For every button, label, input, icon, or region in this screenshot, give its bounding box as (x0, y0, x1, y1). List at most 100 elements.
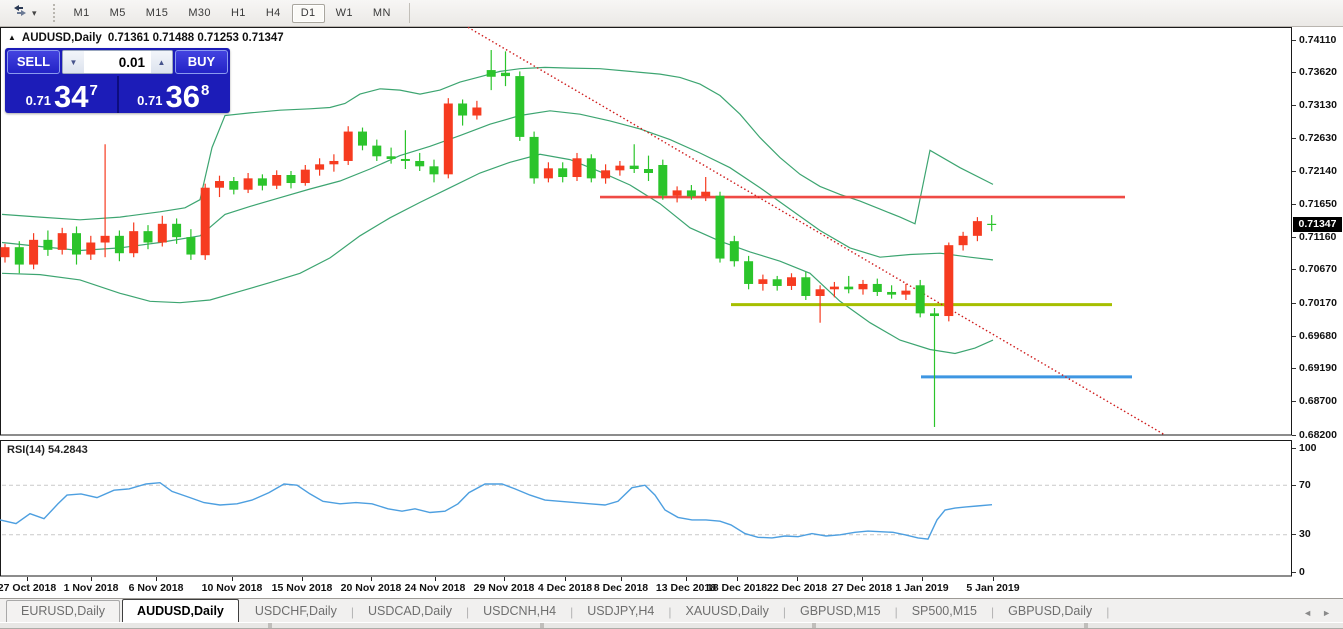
timeframe-button-h4[interactable]: H4 (257, 4, 290, 23)
candle (115, 230, 124, 261)
candle (472, 101, 481, 120)
time-axis-label: 10 Nov 2018 (202, 582, 263, 594)
candle (43, 230, 52, 255)
candle (329, 154, 338, 171)
candle (959, 232, 968, 251)
price-axis-label: 0.72140 (1299, 165, 1337, 177)
candle (787, 273, 796, 290)
time-tick (686, 577, 687, 581)
rsi-canvas[interactable] (0, 440, 1292, 577)
sell-price-pips: 34 (54, 83, 88, 111)
descending-trendline[interactable] (468, 27, 1165, 435)
chart-tab-sp500[interactable]: SP500,M15 (898, 601, 991, 622)
candle (859, 280, 868, 295)
timeframe-button-mn[interactable]: MN (364, 4, 400, 23)
candle (86, 236, 95, 260)
time-tick (621, 577, 622, 581)
candle (201, 184, 210, 260)
volume-input[interactable] (84, 51, 151, 73)
price-axis-label: 0.69190 (1299, 362, 1337, 374)
time-axis-label: 4 Dec 2018 (538, 582, 592, 594)
chart-tab-eurusd[interactable]: EURUSD,Daily (6, 600, 120, 622)
rsi-axis[interactable]: 10070300 (1292, 440, 1343, 577)
tab-scroll-controls: ◄ ► (1303, 608, 1343, 622)
rsi-line (0, 483, 992, 539)
time-tick (993, 577, 994, 581)
candle (844, 276, 853, 293)
volume-decrease-button[interactable]: ▼ (63, 51, 84, 73)
chart-tab-usdjpy[interactable]: USDJPY,H4 (573, 601, 668, 622)
time-axis-label: 5 Jan 2019 (966, 582, 1019, 594)
price-axis-label: 0.73130 (1299, 99, 1337, 111)
timeframe-button-m1[interactable]: M1 (65, 4, 99, 23)
timeframe-button-h1[interactable]: H1 (222, 4, 255, 23)
candle (501, 51, 510, 86)
time-tick (797, 577, 798, 581)
chart-tab-gbpusd[interactable]: GBPUSD,M15 (786, 601, 895, 622)
buy-price-pips: 36 (165, 83, 199, 111)
chart-tab-usdcad[interactable]: USDCAD,Daily (354, 601, 466, 622)
time-axis-label: 18 Dec 2018 (707, 582, 767, 594)
rsi-axis-label: 100 (1299, 442, 1317, 454)
time-axis-label: 1 Jan 2019 (895, 582, 948, 594)
candle (458, 99, 467, 125)
chart-tab-usdcnh[interactable]: USDCNH,H4 (469, 601, 570, 622)
candle (673, 186, 682, 202)
candle (601, 164, 610, 183)
sell-price-prefix: 0.71 (26, 91, 51, 111)
time-tick (371, 577, 372, 581)
price-tick (1292, 368, 1296, 369)
price-tick (1292, 105, 1296, 106)
timeframe-button-m30[interactable]: M30 (179, 4, 220, 23)
time-tick (504, 577, 505, 581)
buy-price-display[interactable]: 0.71 36 8 (119, 76, 229, 113)
sell-button[interactable]: SELL (7, 50, 60, 74)
price-axis-label: 0.72630 (1299, 132, 1337, 144)
buy-button[interactable]: BUY (175, 50, 228, 74)
candle (315, 158, 324, 175)
time-tick (232, 577, 233, 581)
price-axis-label: 0.68700 (1299, 395, 1337, 407)
candle (272, 170, 281, 189)
chart-tab-usdchf[interactable]: USDCHF,Daily (241, 601, 351, 622)
time-axis[interactable]: 27 Oct 20181 Nov 20186 Nov 201810 Nov 20… (0, 577, 1343, 598)
price-tick (1292, 237, 1296, 238)
chart-tab-gbpusd[interactable]: GBPUSD,Daily (994, 601, 1106, 622)
time-tick (922, 577, 923, 581)
bollinger-lower-band (2, 154, 993, 353)
candle (372, 140, 381, 161)
timeframe-button-m5[interactable]: M5 (101, 4, 135, 23)
chart-tab-xauusd[interactable]: XAUUSD,Daily (671, 601, 782, 622)
dropdown-caret-icon[interactable]: ▾ (32, 9, 37, 18)
rsi-axis-label: 0 (1299, 566, 1305, 578)
collapse-panel-icon[interactable]: ▲ (8, 34, 16, 42)
chart-tab-audusd[interactable]: AUDUSD,Daily (122, 599, 239, 622)
candle (401, 130, 410, 169)
candle (630, 144, 639, 173)
chart-title: ▲ AUDUSD,Daily 0.71361 0.71488 0.71253 0… (8, 32, 284, 44)
timeframe-button-w1[interactable]: W1 (327, 4, 362, 23)
toolbar-separator (409, 3, 410, 23)
timeframe-button-d1[interactable]: D1 (292, 4, 325, 23)
timeframe-button-m15[interactable]: M15 (137, 4, 178, 23)
sell-price-point: 7 (89, 83, 97, 98)
candle (644, 156, 653, 181)
candle (758, 275, 767, 291)
price-tick (1292, 336, 1296, 337)
volume-increase-button[interactable]: ▲ (151, 51, 172, 73)
time-axis-label: 1 Nov 2018 (64, 582, 119, 594)
candle (15, 241, 24, 273)
time-axis-label: 27 Oct 2018 (0, 582, 56, 594)
sell-price-display[interactable]: 0.71 34 7 (7, 76, 119, 113)
price-axis[interactable]: 0.741100.736200.731300.726300.721400.716… (1292, 27, 1343, 437)
one-click-trading-panel: SELL ▼ ▲ BUY 0.71 34 7 0.71 36 8 (5, 48, 230, 113)
candle (515, 71, 524, 141)
tab-scroll-left-icon[interactable]: ◄ (1303, 608, 1312, 618)
price-axis-label: 0.74110 (1299, 34, 1336, 46)
tab-scroll-right-icon[interactable]: ► (1322, 608, 1331, 618)
candle (615, 161, 624, 176)
candle (530, 132, 539, 184)
candle (973, 217, 982, 241)
charts-shift-button[interactable]: ▾ (6, 2, 43, 25)
candle (587, 154, 596, 182)
